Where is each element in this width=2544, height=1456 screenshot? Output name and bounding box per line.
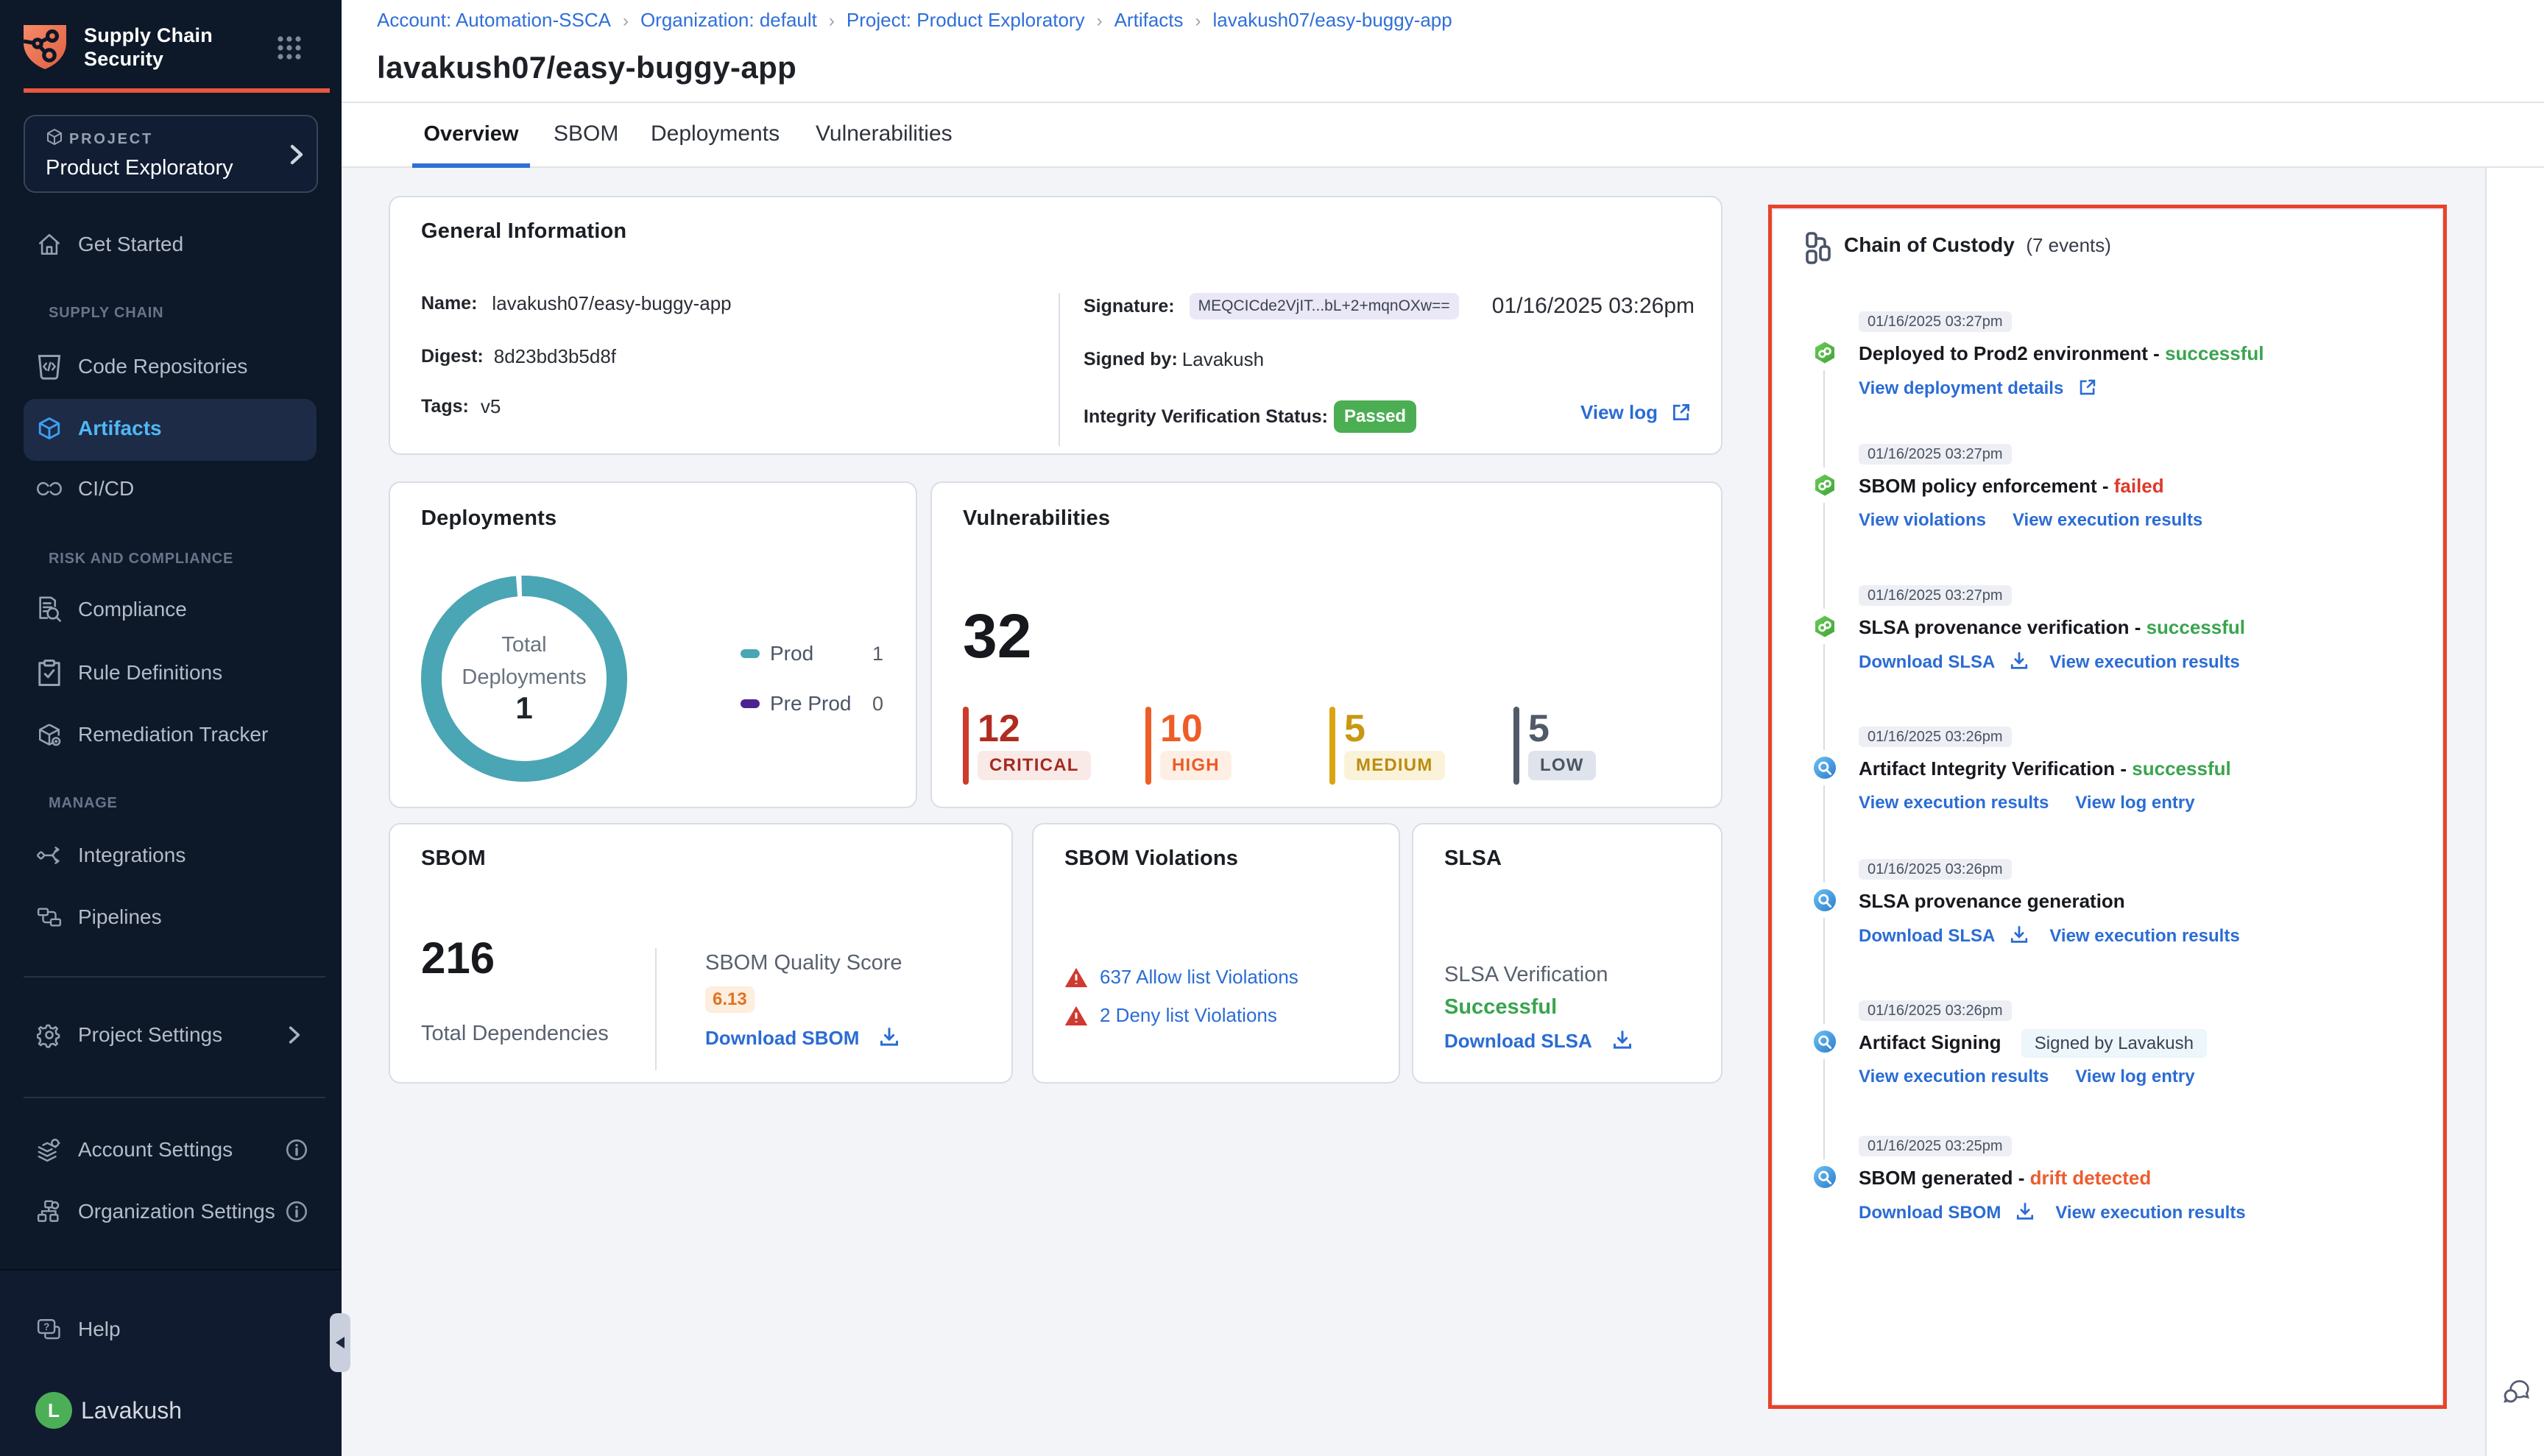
svg-text:?: ?	[43, 1321, 49, 1332]
